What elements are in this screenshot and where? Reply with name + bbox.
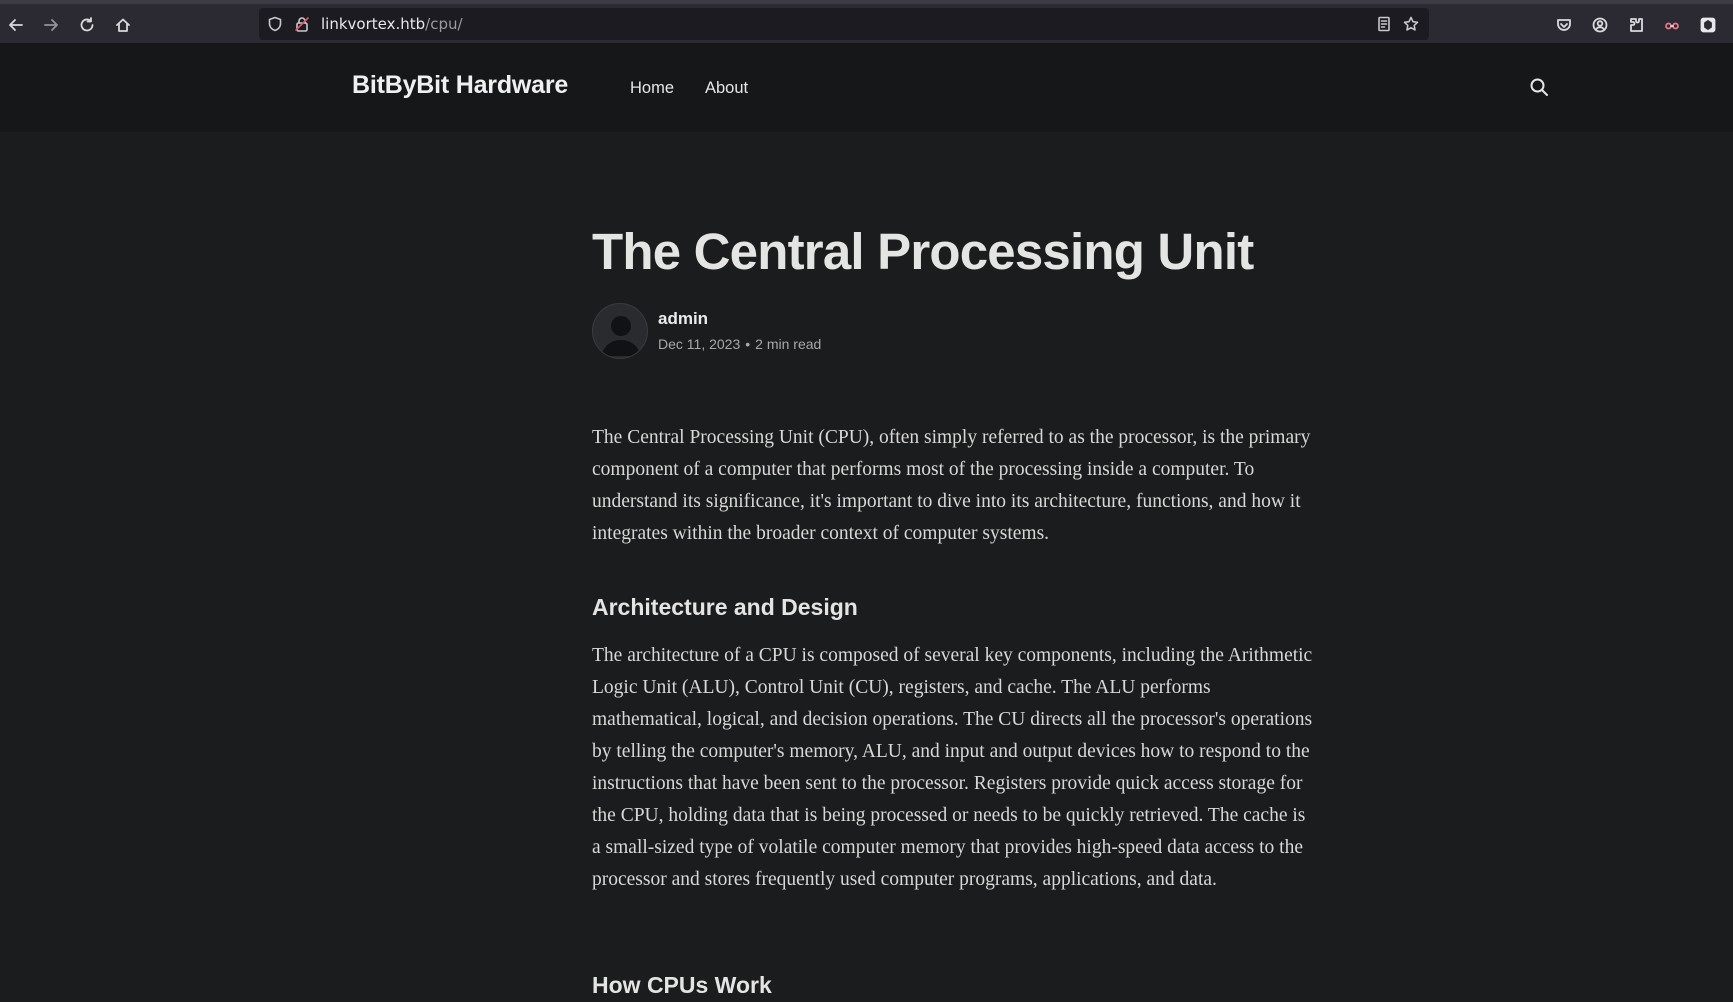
post-meta: Dec 11, 2023 • 2 min read [658,336,821,352]
paragraph-architecture: The architecture of a CPU is composed of… [592,645,1313,890]
author-avatar[interactable] [592,303,648,359]
heading-architecture: Architecture and Design [592,594,858,620]
post-date: Dec 11, 2023 [658,336,741,352]
search-icon[interactable] [1529,77,1551,99]
shield-icon[interactable] [267,16,283,32]
home-icon[interactable] [110,12,136,38]
browser-toolbar: linkvortex.htb/cpu/ [0,0,1733,43]
extensions-icon[interactable] [1623,12,1649,38]
account-icon[interactable] [1587,12,1613,38]
back-icon[interactable] [3,12,29,38]
meta-separator: • [745,336,751,352]
nav-about-link[interactable]: About [705,79,748,98]
bookmark-star-icon[interactable] [1403,16,1419,32]
heading-how-cpus-work: How CPUs Work [592,972,772,998]
forward-icon[interactable] [38,12,64,38]
extension-icon[interactable] [1695,12,1721,38]
url-text[interactable]: linkvortex.htb/cpu/ [321,15,463,33]
lock-icon[interactable] [294,16,310,32]
glasses-extension-icon[interactable] [1659,12,1685,38]
author-name-link[interactable]: admin [658,309,708,329]
url-bar[interactable]: linkvortex.htb/cpu/ [259,8,1429,40]
read-time: 2 min read [755,336,822,352]
reload-icon[interactable] [74,12,100,38]
paragraph-intro: The Central Processing Unit (CPU), often… [592,427,1311,544]
site-title-link[interactable]: BitByBit Hardware [352,71,568,100]
post-title: The Central Processing Unit [592,223,1254,280]
nav-home-link[interactable]: Home [630,79,674,98]
site-header: BitByBit Hardware Home About [0,43,1733,132]
pocket-icon[interactable] [1551,12,1577,38]
reader-view-icon[interactable] [1376,16,1392,32]
